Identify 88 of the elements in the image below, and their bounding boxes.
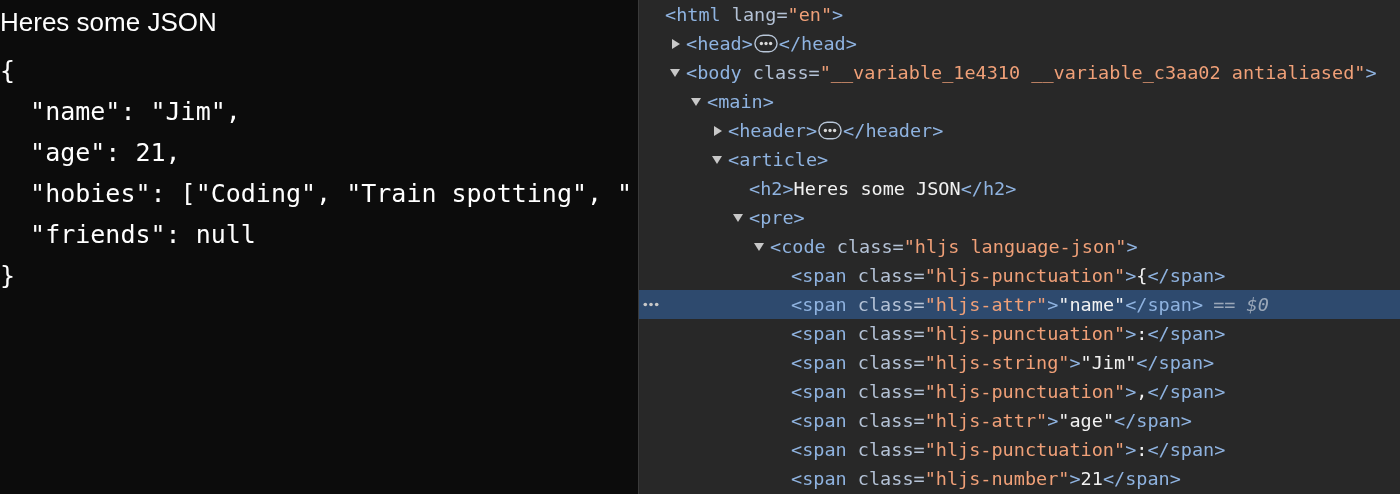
tag-token: > [832,4,844,25]
attribute-value: "hljs-attr" [924,410,1048,431]
attribute-token: class= [857,468,925,489]
ellipsis-badge-icon[interactable] [753,34,778,53]
tag-token: <html [665,4,722,25]
tag-token: <span [791,294,848,315]
text-token: : [1136,439,1148,460]
tag-token: </span> [1147,439,1226,460]
attribute-value: "hljs-punctuation" [924,381,1126,402]
tag-token: <pre> [749,207,805,228]
attribute-value: "hljs-string" [924,352,1070,373]
tag-token: </span> [1136,352,1215,373]
collapsed-triangle-icon[interactable] [713,125,723,136]
text-token: "name" [1058,294,1126,315]
tag-token: > [1365,62,1377,83]
code-line: "name": "Jim", [29,96,241,128]
tag-token: <article> [728,149,829,170]
expanded-triangle-icon[interactable] [670,67,680,78]
attribute-token: class= [836,236,904,257]
tag-token: <span [791,468,848,489]
tag-token: </header> [843,120,944,141]
text-token: "Jim" [1080,352,1137,373]
tag-token: </head> [778,33,857,54]
attribute-value: "en" [787,4,833,25]
tag-token: > [1069,468,1081,489]
tag-token: </span> [1147,265,1226,286]
tag-token: <span [791,352,848,373]
tag-token: </span> [1125,294,1204,315]
tag-token: <h2> [749,178,794,199]
text-token: , [1136,381,1148,402]
attribute-token: class= [857,439,925,460]
page-heading: Heres some JSON [0,6,218,38]
attribute-token: class= [857,265,925,286]
attribute-token: lang= [731,4,788,25]
tag-token: > [1047,294,1059,315]
tag-token: > [1047,410,1059,431]
code-line: "friends": null [29,219,256,251]
attribute-token: class= [857,410,925,431]
expanded-triangle-icon[interactable] [754,241,764,252]
tag-token: <main> [707,91,774,112]
attribute-value: "hljs-number" [924,468,1070,489]
expanded-triangle-icon[interactable] [691,96,701,107]
attribute-token: class= [857,352,925,373]
code-line: { [0,55,16,87]
tag-token: </span> [1147,323,1226,344]
tag-token: > [1125,323,1137,344]
attribute-value: "hljs-punctuation" [924,323,1126,344]
tag-token: > [1125,381,1137,402]
ellipsis-badge-icon[interactable] [818,121,843,140]
attribute-value: "hljs-attr" [924,294,1048,315]
tag-token: > [1069,352,1081,373]
attribute-token: class= [857,294,925,315]
tag-token: <span [791,439,848,460]
tag-token: <body [686,62,743,83]
attribute-value: "__variable_1e4310 __variable_c3aa02 antialiased" [819,62,1366,83]
tag-token: > [1126,236,1138,257]
text-token: Heres some JSON [793,178,961,199]
code-line: } [0,260,16,292]
tag-token: > [1125,439,1137,460]
tag-token: <code [770,236,827,257]
tag-token: <span [791,323,848,344]
collapsed-triangle-icon[interactable] [671,38,681,49]
tag-token: <span [791,410,848,431]
attribute-value: "hljs language-json" [903,236,1127,257]
text-token: "age" [1058,410,1115,431]
tag-token: <head> [686,33,753,54]
expanded-triangle-icon[interactable] [733,212,743,223]
text-token: { [1136,265,1148,286]
code-line: "hobies": ["Coding", "Train spotting", " [29,178,633,210]
tag-token: </span> [1114,410,1192,431]
code-line: "age": 21, [29,137,181,169]
attribute-value: "hljs-punctuation" [924,265,1126,286]
tag-token: <span [791,381,848,402]
tag-token: </h2> [960,178,1017,199]
text-token: : [1136,323,1148,344]
selected-hint: == $0 [1213,294,1269,315]
tag-token: <span [791,265,848,286]
attribute-token: class= [752,62,820,83]
tag-token: <header> [728,120,818,141]
expanded-triangle-icon[interactable] [712,154,722,165]
tag-token: > [1125,265,1137,286]
text-token: 21 [1080,468,1103,489]
tag-token: </span> [1147,381,1226,402]
attribute-token: class= [857,323,925,344]
attribute-token: class= [857,381,925,402]
tag-token: </span> [1102,468,1181,489]
attribute-value: "hljs-punctuation" [924,439,1126,460]
more-options-icon[interactable] [643,302,659,307]
